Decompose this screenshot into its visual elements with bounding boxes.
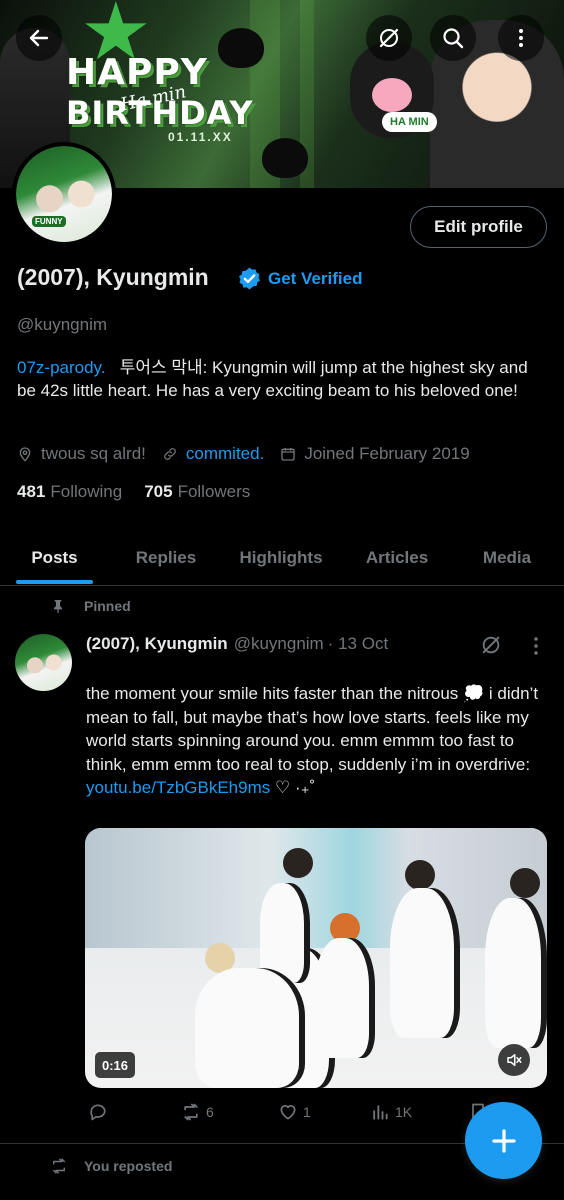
video-duration: 0:16 (95, 1052, 136, 1078)
repost-icon (184, 1103, 198, 1121)
profile-meta: twous sq alrd! commited. Joined February… (17, 442, 486, 466)
pinned-text: Pinned (84, 598, 131, 614)
views-button[interactable]: 1K (370, 1102, 412, 1122)
link-icon (163, 448, 176, 460)
reply-button[interactable] (88, 1102, 113, 1122)
mute-button[interactable] (498, 1044, 530, 1076)
joined-item: Joined February 2019 (280, 444, 470, 464)
bio-link[interactable]: 07z-parody. (17, 358, 106, 377)
post-trail: ♡ ·₊˚ (270, 778, 316, 797)
post-time[interactable]: · 13 Oct (328, 634, 388, 654)
post-body: the moment your smile hits faster than t… (86, 684, 539, 774)
website-item[interactable]: commited. (162, 444, 264, 464)
tab-posts[interactable]: Posts (16, 530, 93, 586)
repost-icon (53, 1158, 65, 1174)
search-icon (443, 28, 464, 49)
calendar-icon (281, 448, 295, 461)
profile-bio: 07z-parody. 투어스 막내: Kyungmin will jump a… (17, 356, 547, 402)
avatar-label: FUNNY (32, 216, 66, 227)
post-video[interactable] (85, 828, 547, 1088)
pin-icon (54, 600, 62, 614)
mute-icon (507, 1054, 522, 1066)
profile-handle: @kuyngnim (17, 315, 108, 334)
reply-icon (90, 1104, 106, 1121)
following-count[interactable]: 481 (17, 482, 45, 502)
get-verified-link[interactable]: Get Verified (268, 269, 362, 289)
banner-happy-text: HAPPY (66, 52, 208, 93)
tab-highlights[interactable]: Highlights (228, 530, 334, 586)
post-author-handle[interactable]: @kuyngnim (234, 634, 324, 654)
profile-avatar[interactable]: FUNNY (12, 142, 116, 246)
back-arrow-icon (29, 29, 49, 47)
active-tab-indicator (16, 580, 93, 584)
plus-icon (491, 1128, 516, 1153)
repost-count: 6 (206, 1104, 214, 1120)
display-name: (2007), Kyungmin (17, 264, 209, 290)
grok-icon (379, 28, 399, 48)
grok-icon[interactable] (480, 634, 502, 656)
post-link[interactable]: youtu.be/TzbGBkEh9ms (86, 778, 270, 797)
follow-stats: 481 Following 705 Followers (17, 482, 272, 502)
more-vertical-icon (519, 29, 523, 47)
more-options-button[interactable] (498, 15, 544, 61)
edit-profile-button[interactable]: Edit profile (410, 206, 547, 248)
search-button[interactable] (430, 15, 476, 61)
more-vertical-icon[interactable] (526, 634, 546, 658)
like-button[interactable]: 1 (278, 1102, 311, 1122)
compose-post-button[interactable] (465, 1102, 542, 1179)
banner-date: 01.11.XX (168, 130, 233, 144)
cat-decoration (218, 28, 264, 68)
tab-media[interactable]: Media (464, 530, 550, 586)
followers-count[interactable]: 705 (144, 482, 172, 502)
joined-text: Joined February 2019 (304, 444, 470, 463)
website-link[interactable]: commited. (186, 444, 264, 464)
video-figure (283, 848, 313, 878)
location-item: twous sq alrd! (17, 444, 146, 464)
back-button[interactable] (16, 15, 62, 61)
like-count: 1 (303, 1104, 311, 1120)
banner-tag: HA MIN (382, 112, 437, 132)
like-icon (280, 1105, 296, 1120)
post-author-name[interactable]: (2007), Kyungmin (86, 634, 228, 654)
reposted-text: You reposted (84, 1158, 173, 1174)
pinned-label: Pinned (50, 598, 131, 614)
view-count: 1K (395, 1104, 413, 1120)
location-icon (19, 447, 31, 462)
tab-replies[interactable]: Replies (118, 530, 214, 586)
post-avatar[interactable] (15, 634, 72, 691)
verified-badge-icon[interactable] (237, 266, 262, 291)
post-text: the moment your smile hits faster than t… (86, 682, 548, 800)
following-label[interactable]: Following (50, 482, 122, 502)
views-icon (373, 1105, 388, 1120)
grok-button[interactable] (366, 15, 412, 61)
profile-tabs: Posts Replies Highlights Articles Media (0, 530, 564, 586)
followers-label[interactable]: Followers (178, 482, 251, 502)
reposted-label: You reposted (50, 1157, 172, 1175)
tab-articles[interactable]: Articles (350, 530, 444, 586)
location-text: twous sq alrd! (41, 444, 146, 463)
repost-button[interactable]: 6 (181, 1102, 214, 1122)
post-header: (2007), Kyungmin @kuyngnim · 13 Oct (86, 634, 388, 654)
cat-decoration (262, 138, 308, 178)
